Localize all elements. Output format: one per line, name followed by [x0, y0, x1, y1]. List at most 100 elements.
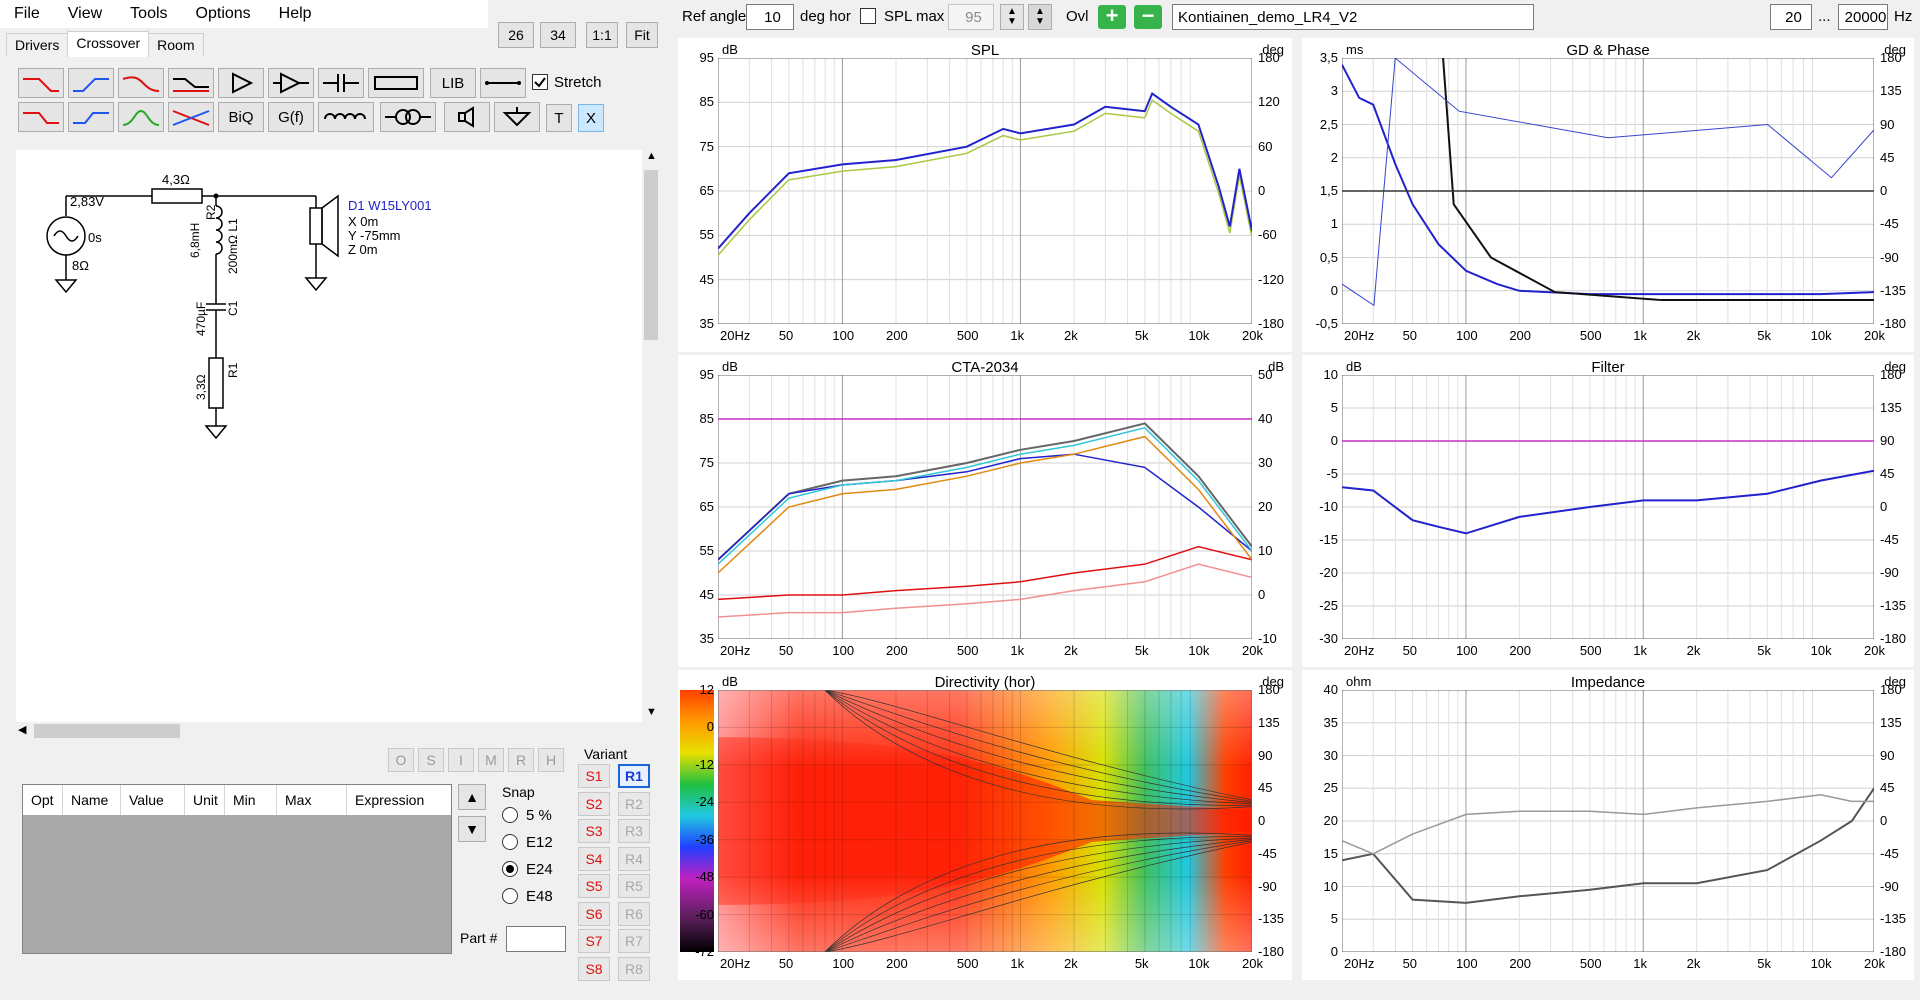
variant-s6-button[interactable]: S6 [578, 901, 610, 926]
snap-5pct[interactable]: 5 % [502, 802, 552, 828]
schematic-hscroll[interactable]: ◀ [16, 722, 642, 740]
y-tick-right: -90 [1880, 249, 1899, 265]
driver-name[interactable]: D1 W15LY001 [348, 198, 432, 213]
menu-tools[interactable]: Tools [116, 0, 181, 28]
variant-s3-button[interactable]: S3 [578, 819, 610, 843]
variant-r6-button[interactable]: R6 [618, 901, 650, 926]
opt-o-button[interactable]: O [388, 748, 414, 772]
chart-unit-left: ohm [1346, 674, 1372, 689]
variant-r3-button[interactable]: R3 [618, 819, 650, 843]
spl-spinner[interactable]: ▲ ▼ [1000, 4, 1024, 30]
move-down-button[interactable]: ▼ [458, 816, 486, 842]
optimizer-table[interactable]: Opt Name Value Unit Min Max Expression [22, 784, 452, 954]
snap-e48[interactable]: E48 [502, 883, 553, 909]
opt-m-button[interactable]: M [478, 748, 504, 772]
gf-button[interactable]: G(f) [268, 102, 314, 132]
delete-button[interactable]: X [578, 104, 604, 132]
tab-crossover[interactable]: Crossover [67, 31, 150, 57]
variant-r1-button[interactable]: R1 [618, 764, 650, 788]
overlay-add-button[interactable]: + [1098, 5, 1126, 29]
overlay-remove-button[interactable]: − [1134, 5, 1162, 29]
col-opt[interactable]: Opt [23, 785, 63, 815]
move-up-button[interactable]: ▲ [458, 784, 486, 810]
chart-panel-filter[interactable]: Filter dB deg 10 5 0 -5 -10 -15 -20 -25 -30 180 135 90… [1302, 355, 1914, 667]
freq-low-input[interactable]: 20 [1770, 4, 1812, 30]
chart-panel-spl[interactable]: SPL dB deg 95 85 75 65 55 45 35 180 120 60 0 -60 -120 -1… [678, 38, 1292, 352]
shelf-button[interactable] [168, 68, 214, 98]
spl-max-input[interactable]: 95 [948, 4, 994, 30]
chart-panel-cta-2034[interactable]: CTA-2034 dB dB 95 85 75 65 55 45 35 50 40 30 20 10 0 -10… [678, 355, 1292, 667]
stretch-checkbox[interactable] [532, 74, 548, 90]
variant-r2-button[interactable]: R2 [618, 791, 650, 816]
opamp-button[interactable] [268, 68, 314, 98]
col-value[interactable]: Value [121, 785, 185, 815]
col-name[interactable]: Name [63, 785, 121, 815]
project-name-field[interactable]: Kontiainen_demo_LR4_V2 [1172, 4, 1534, 30]
variant-r8-button[interactable]: R8 [618, 956, 650, 981]
zoom-34-button[interactable]: 34 [540, 22, 576, 48]
spin-down-icon[interactable]: ▼ [1007, 17, 1017, 27]
inductor-button[interactable] [318, 102, 374, 132]
variant-r4-button[interactable]: R4 [618, 846, 650, 871]
vscroll-thumb[interactable] [644, 170, 658, 340]
chart-panel-directivity-hor-[interactable]: Directivity (hor) dB deg 12 0 -12 -24 -36 -48 -60… [678, 670, 1292, 980]
resistor-button[interactable] [368, 68, 424, 98]
wire-button[interactable] [480, 68, 526, 98]
highpass-1st-button[interactable] [68, 68, 114, 98]
schematic-canvas[interactable]: 2,83V 0s 8Ω 4,3Ω 6,8mH R2 200mΩ L1 C1 47… [16, 150, 642, 722]
menu-view[interactable]: View [54, 0, 116, 28]
ref-angle-input[interactable]: 10 [746, 4, 794, 30]
scroll-left-icon[interactable]: ◀ [18, 723, 26, 736]
variant-s8-button[interactable]: S8 [578, 956, 610, 981]
transformer-button[interactable] [380, 102, 436, 132]
snap-e24[interactable]: E24 [502, 856, 553, 882]
menu-file[interactable]: File [0, 0, 54, 28]
variant-s5-button[interactable]: S5 [578, 874, 610, 898]
lowpass-alt-button[interactable] [18, 102, 64, 132]
zoom-1to1-button[interactable]: 1:1 [586, 22, 618, 48]
variant-s2-button[interactable]: S2 [578, 791, 610, 816]
snap-e12[interactable]: E12 [502, 829, 553, 855]
fit-button[interactable]: Fit [626, 22, 658, 48]
tab-room[interactable]: Room [148, 33, 204, 56]
freq-high-input[interactable]: 20000 [1838, 4, 1888, 30]
scroll-down-icon[interactable]: ▼ [646, 706, 657, 718]
lowpass-2nd-button[interactable] [118, 68, 164, 98]
variant-r5-button[interactable]: R5 [618, 874, 650, 898]
opt-s-button[interactable]: S [418, 748, 444, 772]
opt-i-button[interactable]: I [448, 748, 474, 772]
buffer-button[interactable] [218, 68, 264, 98]
variant-s4-button[interactable]: S4 [578, 846, 610, 871]
variant-s7-button[interactable]: S7 [578, 929, 610, 953]
col-min[interactable]: Min [225, 785, 277, 815]
chart-panel-gd-phase[interactable]: GD & Phase ms deg 3,5 3 2,5 2 1,5 1 0,5 0 -0,5 180 13… [1302, 38, 1914, 352]
library-button[interactable]: LIB [430, 68, 476, 98]
biquad-button[interactable]: BiQ [218, 102, 264, 132]
col-max[interactable]: Max [277, 785, 347, 815]
schematic-vscroll[interactable]: ▲ ▼ [642, 150, 660, 722]
opt-h-button[interactable]: H [538, 748, 564, 772]
crossover-pair-button[interactable] [168, 102, 214, 132]
opt-r-button[interactable]: R [508, 748, 534, 772]
chart-panel-impedance[interactable]: Impedance ohm deg 40 35 30 25 20 15 10 5 0 180 135 90 4… [1302, 670, 1914, 980]
menu-help[interactable]: Help [265, 0, 326, 28]
zoom-26-button[interactable]: 26 [498, 22, 534, 48]
part-number-field[interactable] [506, 926, 566, 952]
spl-max-checkbox[interactable] [860, 8, 876, 24]
speaker-button[interactable] [444, 102, 490, 132]
col-expression[interactable]: Expression [347, 785, 451, 815]
menu-options[interactable]: Options [182, 0, 265, 28]
text-button[interactable]: T [546, 104, 572, 132]
col-unit[interactable]: Unit [185, 785, 225, 815]
scroll-up-icon[interactable]: ▲ [646, 150, 657, 162]
hscroll-thumb[interactable] [34, 724, 180, 738]
spl-limits-button[interactable]: ▲ ▼ [1028, 4, 1052, 30]
variant-s1-button[interactable]: S1 [578, 764, 610, 788]
highpass-alt-button[interactable] [68, 102, 114, 132]
ground-button[interactable] [494, 102, 540, 132]
bandpass-button[interactable] [118, 102, 164, 132]
lowpass-1st-button[interactable] [18, 68, 64, 98]
tab-drivers[interactable]: Drivers [6, 33, 69, 56]
variant-r7-button[interactable]: R7 [618, 929, 650, 953]
capacitor-button[interactable] [318, 68, 364, 98]
